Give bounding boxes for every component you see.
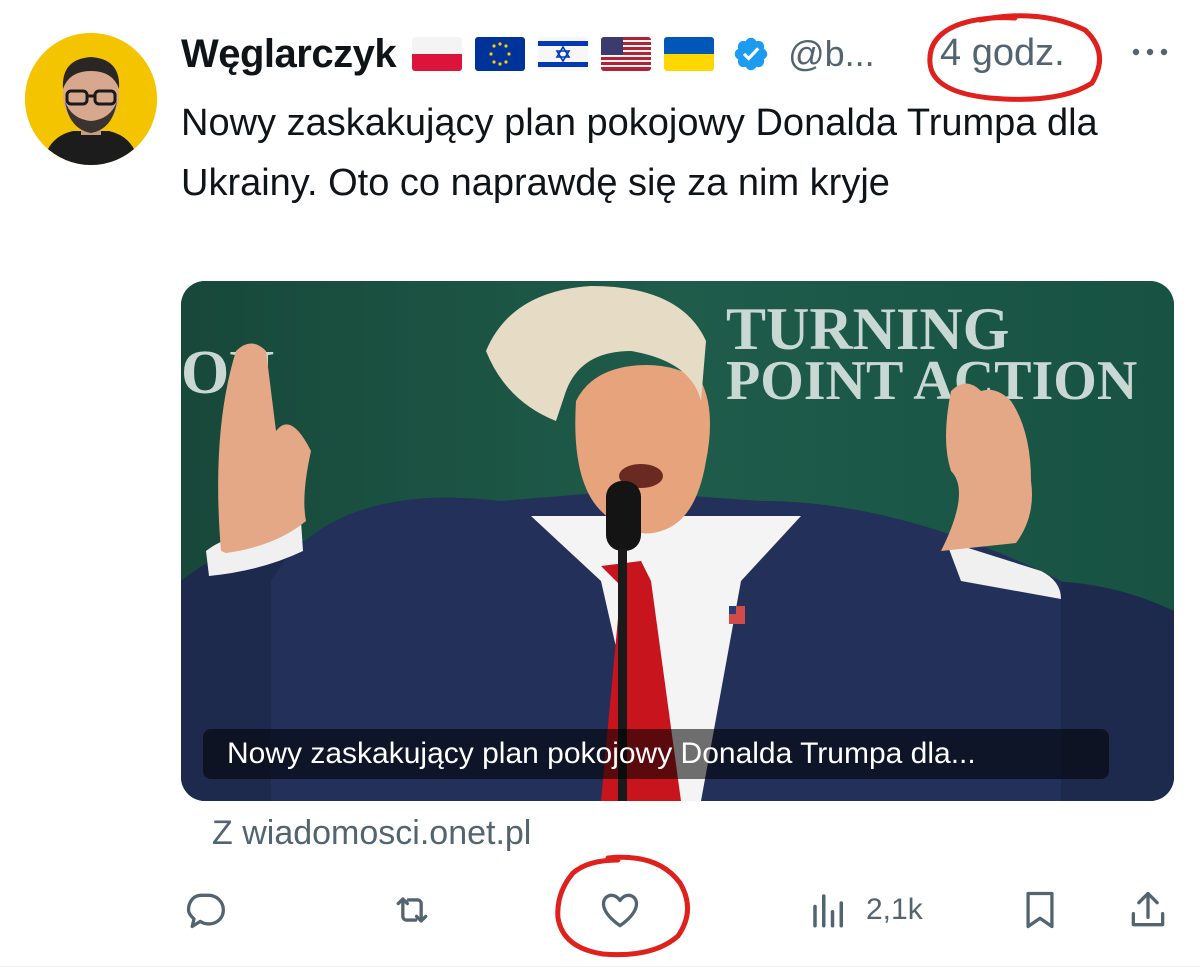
flag-israel-icon bbox=[538, 37, 589, 71]
tweet-timestamp[interactable]: 4 godz. bbox=[940, 32, 1065, 75]
author-display-name[interactable]: Węglarczyk bbox=[181, 32, 397, 77]
flag-ukraine-icon bbox=[664, 37, 715, 71]
link-card-image: ON TURNING POINT ACTION bbox=[181, 281, 1174, 801]
flag-poland-icon bbox=[412, 37, 463, 71]
bookmark-icon bbox=[1026, 891, 1054, 929]
retweet-button[interactable] bbox=[389, 888, 435, 932]
retweet-icon bbox=[396, 897, 428, 923]
reply-icon bbox=[186, 893, 225, 929]
views-count: 2,1k bbox=[866, 893, 923, 926]
flag-usa-icon bbox=[601, 37, 652, 71]
tweet-divider bbox=[0, 966, 1200, 967]
views-button[interactable]: 2,1k bbox=[808, 888, 923, 932]
reply-button[interactable] bbox=[183, 888, 227, 932]
link-card[interactable]: ON TURNING POINT ACTION Nowy zaskakujący… bbox=[181, 281, 1174, 801]
link-card-caption: Nowy zaskakujący plan pokojowy Donalda T… bbox=[203, 729, 1109, 779]
share-button[interactable] bbox=[1126, 888, 1170, 932]
share-icon bbox=[1131, 891, 1165, 927]
views-icon bbox=[813, 894, 843, 928]
backdrop-text-point-action: POINT ACTION bbox=[726, 350, 1137, 412]
more-options-icon[interactable] bbox=[1130, 42, 1170, 62]
bookmark-button[interactable] bbox=[1018, 888, 1062, 932]
flag-emojis bbox=[412, 37, 715, 71]
heart-icon bbox=[601, 893, 639, 928]
tweet-header: Węglarczyk @b... bbox=[181, 26, 875, 82]
link-source[interactable]: Z wiadomosci.onet.pl bbox=[212, 814, 531, 853]
author-handle[interactable]: @b... bbox=[788, 33, 875, 75]
tweet-text: Nowy zaskakujący plan pokojowy Donalda T… bbox=[181, 102, 1098, 204]
verified-badge-icon bbox=[734, 37, 768, 71]
author-avatar[interactable] bbox=[25, 33, 157, 165]
like-button[interactable] bbox=[598, 888, 642, 932]
flag-eu-icon bbox=[475, 37, 526, 71]
